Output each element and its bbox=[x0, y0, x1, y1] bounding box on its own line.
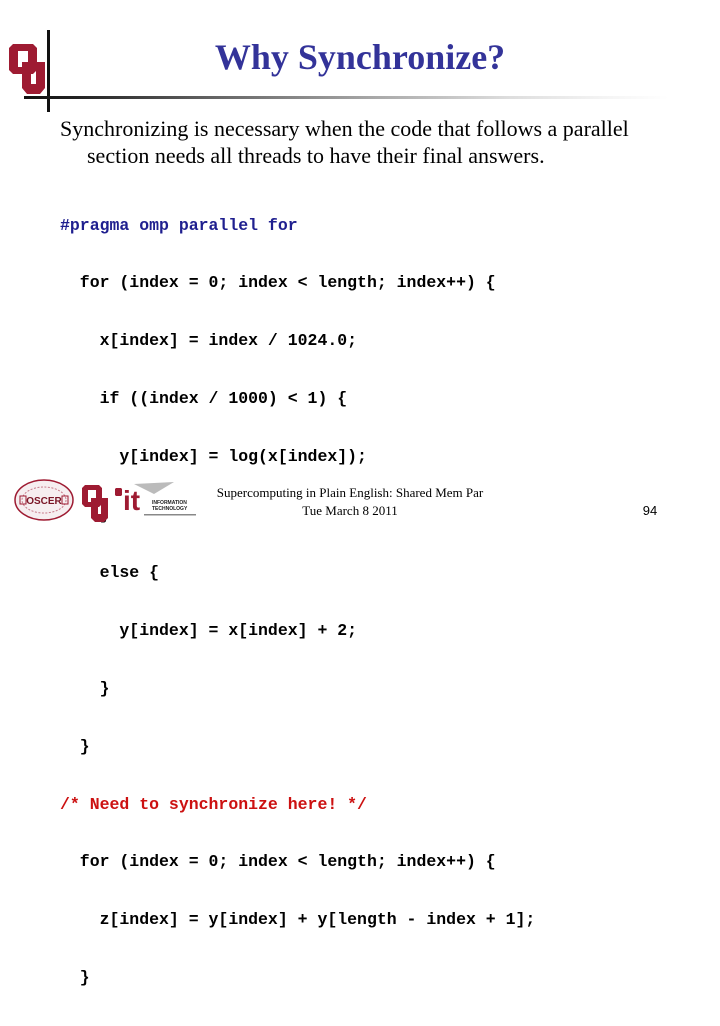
footer-text: Supercomputing in Plain English: Shared … bbox=[200, 484, 500, 520]
it-caption-2: TECHNOLOGY bbox=[152, 506, 188, 512]
bullet-line-2: section needs all threads to have their … bbox=[87, 143, 545, 168]
header-horizontal-rule bbox=[24, 96, 669, 99]
code-line: } bbox=[60, 678, 110, 698]
code-line: y[index] = x[index] + 2; bbox=[60, 620, 358, 640]
header-vertical-rule bbox=[47, 30, 50, 112]
code-line: } bbox=[60, 736, 90, 756]
code-block: #pragma omp parallel for for (index = 0;… bbox=[60, 177, 535, 1026]
code-line: if ((index / 1000) < 1) { bbox=[60, 389, 348, 409]
slide: Why Synchronize? Synchronizing is necess… bbox=[0, 0, 720, 987]
code-line: z[index] = y[index] + y[length - index +… bbox=[60, 910, 536, 930]
bullet-line-1: Synchronizing is necessary when the code… bbox=[60, 116, 629, 141]
oscer-logo-icon: OSCER bbox=[14, 479, 74, 521]
code-line: else { bbox=[60, 562, 160, 582]
ou-logo-icon bbox=[9, 44, 45, 94]
ou-footer-logo-icon bbox=[82, 485, 108, 522]
footer-date: Tue March 8 2011 bbox=[302, 503, 398, 518]
page-number: 94 bbox=[642, 503, 658, 518]
slide-title: Why Synchronize? bbox=[214, 37, 506, 77]
footer-course-title: Supercomputing in Plain English: Shared … bbox=[216, 485, 484, 500]
footer-logos: OSCER it INFORMATION TECHNOLOGY bbox=[14, 479, 196, 522]
ou-it-logo-icon: it INFORMATION TECHNOLOGY bbox=[115, 482, 196, 516]
code-line: for (index = 0; index < length; index++)… bbox=[60, 852, 496, 872]
code-line: for (index = 0; index < length; index++)… bbox=[60, 273, 496, 293]
oscer-logo-text: OSCER bbox=[26, 496, 62, 507]
code-line: x[index] = index / 1024.0; bbox=[60, 331, 358, 351]
code-line: } bbox=[60, 968, 90, 988]
bullet-text: Synchronizing is necessary when the code… bbox=[60, 115, 710, 169]
code-line-pragma: #pragma omp parallel for bbox=[60, 215, 298, 235]
it-logo-text: it bbox=[123, 485, 140, 516]
code-line-comment: /* Need to synchronize here! */ bbox=[60, 794, 367, 814]
code-line: y[index] = log(x[index]); bbox=[60, 447, 367, 467]
